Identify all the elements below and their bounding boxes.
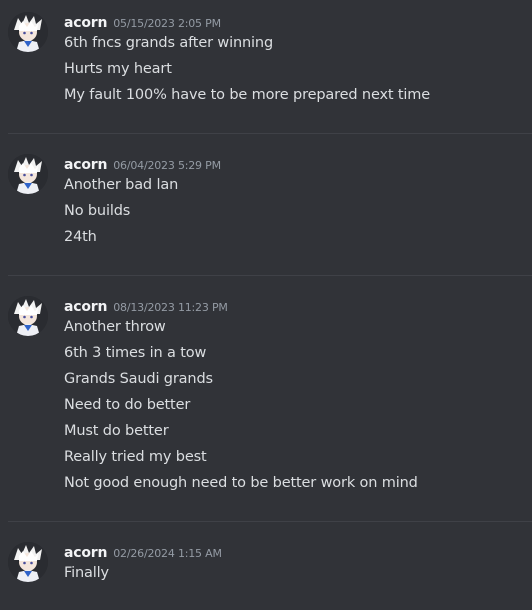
timestamp: 02/26/2024 1:15 AM — [113, 547, 222, 560]
message-header: acorn 05/15/2023 2:05 PM — [64, 12, 221, 32]
message-line: Hurts my heart — [64, 61, 172, 77]
timestamp: 06/04/2023 5:29 PM — [113, 159, 221, 172]
message-divider — [8, 133, 532, 134]
timestamp: 05/15/2023 2:05 PM — [113, 17, 221, 30]
message-line: 24th — [64, 229, 97, 245]
message-feed: acorn 05/15/2023 2:05 PM 6th fncs grands … — [0, 0, 532, 610]
message-line: Need to do better — [64, 397, 191, 413]
message-line: Finally — [64, 565, 109, 581]
message-header: acorn 02/26/2024 1:15 AM — [64, 542, 222, 562]
username[interactable]: acorn — [64, 299, 107, 315]
message-line: Grands Saudi grands — [64, 371, 213, 387]
username[interactable]: acorn — [64, 545, 107, 561]
message-divider — [8, 275, 532, 276]
avatar-character-icon — [8, 296, 48, 336]
message-header: acorn 06/04/2023 5:29 PM — [64, 154, 221, 174]
message-line: Another bad lan — [64, 177, 179, 193]
message-line: My fault 100% have to be more prepared n… — [64, 87, 431, 103]
message-divider — [8, 521, 532, 522]
message-line: No builds — [64, 203, 131, 219]
timestamp: 08/13/2023 11:23 PM — [113, 301, 228, 314]
message-line: Not good enough need to be better work o… — [64, 475, 418, 491]
message-line: 6th 3 times in a tow — [64, 345, 207, 361]
message-line: Another throw — [64, 319, 166, 335]
message-content: 6th fncs grands after winning Hurts my h… — [64, 30, 430, 108]
message-content: Another throw 6th 3 times in a tow Grand… — [64, 314, 418, 496]
user-avatar[interactable] — [8, 542, 48, 582]
avatar-character-icon — [8, 12, 48, 52]
avatar-character-icon — [8, 154, 48, 194]
user-avatar[interactable] — [8, 154, 48, 194]
username[interactable]: acorn — [64, 15, 107, 31]
message-content: Finally — [64, 560, 109, 586]
user-avatar[interactable] — [8, 296, 48, 336]
message-line: Must do better — [64, 423, 169, 439]
message-line: Really tried my best — [64, 449, 207, 465]
message-line: 6th fncs grands after winning — [64, 35, 274, 51]
user-avatar[interactable] — [8, 12, 48, 52]
username[interactable]: acorn — [64, 157, 107, 173]
message-content: Another bad lan No builds 24th — [64, 172, 178, 250]
avatar-character-icon — [8, 542, 48, 582]
message-header: acorn 08/13/2023 11:23 PM — [64, 296, 228, 316]
